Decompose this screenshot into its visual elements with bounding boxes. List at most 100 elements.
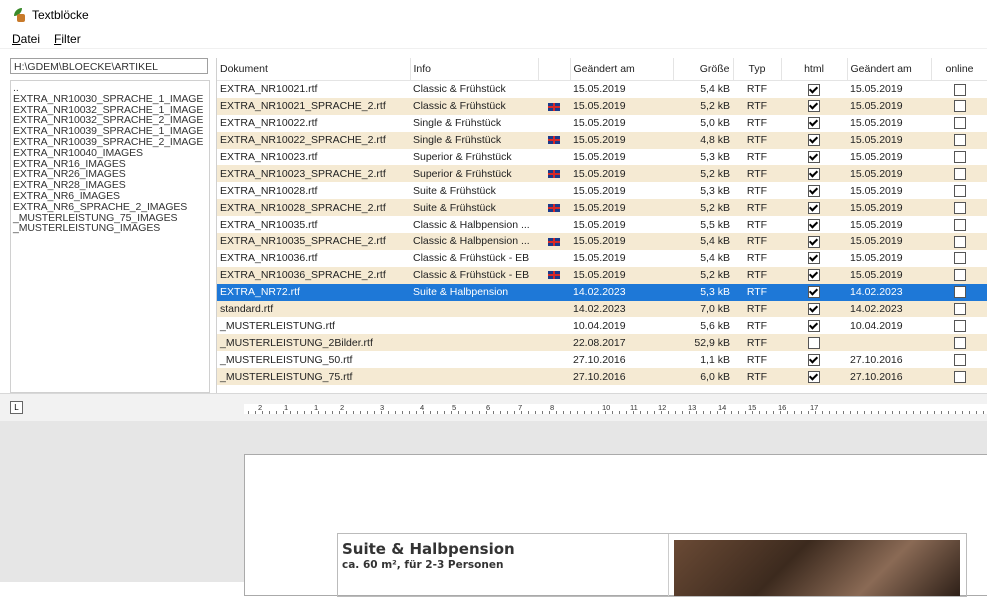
info-cell xyxy=(410,334,538,352)
online-checkbox[interactable] xyxy=(953,83,966,96)
html-checkbox[interactable] xyxy=(808,83,820,96)
online-checkbox[interactable] xyxy=(953,370,966,383)
ruler-tick xyxy=(647,411,648,414)
online-checkbox[interactable] xyxy=(953,134,966,147)
table-row[interactable]: EXTRA_NR10035.rtf Classic & Halbpension .… xyxy=(217,216,987,233)
folder-item[interactable]: EXTRA_NR6_SPRACHE_2_IMAGES xyxy=(13,201,209,213)
table-row[interactable]: _MUSTERLEISTUNG_2Bilder.rtf 22.08.2017 52,… xyxy=(217,334,987,352)
table-row[interactable]: EXTRA_NR10035_SPRACHE_2.rtf Classic & Hal… xyxy=(217,233,987,250)
table-row[interactable]: EXTRA_NR10023.rtf Superior & Frühstück 15.… xyxy=(217,149,987,166)
html-checkbox[interactable] xyxy=(808,168,820,180)
online-checkbox[interactable] xyxy=(953,286,966,299)
table-row[interactable]: EXTRA_NR10028.rtf Suite & Frühstück 15.05.… xyxy=(217,182,987,199)
table-row[interactable]: EXTRA_NR10021.rtf Classic & Frühstück 15.0… xyxy=(217,81,987,98)
online-checkbox[interactable] xyxy=(953,117,966,130)
html-checkbox[interactable] xyxy=(808,235,820,248)
table-row[interactable]: _MUSTERLEISTUNG.rtf 10.04.2019 5,6 kB RTF 10… xyxy=(217,317,987,334)
document-cell: EXTRA_NR10035_SPRACHE_2.rtf xyxy=(217,233,410,250)
online-checkbox[interactable] xyxy=(953,184,966,197)
ruler-tick xyxy=(668,411,669,414)
ruler-tick xyxy=(710,411,711,414)
ruler-tick xyxy=(619,411,620,414)
folder-item[interactable]: EXTRA_NR10030_SPRACHE_1_IMAGE xyxy=(13,93,209,105)
info-cell: Classic & Halbpension ... xyxy=(410,233,538,250)
table-row[interactable]: _MUSTERLEISTUNG_50.rtf 27.10.2016 1,1 kB RT… xyxy=(217,351,987,368)
html-checkbox[interactable] xyxy=(808,370,820,383)
ruler-tick xyxy=(801,411,802,414)
ruler-tick xyxy=(654,411,655,414)
table-row[interactable]: EXTRA_NR72.rtf Suite & Halbpension 14.02.2… xyxy=(217,283,987,301)
html-checkbox[interactable] xyxy=(808,201,820,214)
online-checkbox[interactable] xyxy=(953,168,966,180)
html-checkbox[interactable] xyxy=(808,252,820,265)
folder-item[interactable]: _MUSTERLEISTUNG_IMAGES xyxy=(13,223,209,234)
col-online-header[interactable]: online xyxy=(931,58,987,81)
online-checkbox[interactable] xyxy=(953,201,966,214)
col-groesse-header[interactable]: Größe xyxy=(673,58,734,81)
rtf-editor[interactable]: Suite & Halbpension ca. 60 m², für 2-3 P… xyxy=(0,421,987,597)
col-geaendert-header[interactable]: Geändert am xyxy=(570,58,674,81)
col-geaendert-2-header[interactable]: Geändert am xyxy=(847,58,932,81)
html-checkbox[interactable] xyxy=(808,336,820,349)
html-checkbox[interactable] xyxy=(808,184,820,197)
size-cell: 5,0 kB xyxy=(700,117,730,130)
col-typ-header[interactable]: Typ xyxy=(733,58,782,81)
html-checkbox[interactable] xyxy=(808,134,820,147)
document-grid[interactable]: Dokument Info Geändert am Größe Typ html Geänd… xyxy=(216,58,987,393)
ruler-tick xyxy=(437,411,438,414)
col-dokument-header[interactable]: Dokument xyxy=(217,58,411,81)
table-row[interactable]: EXTRA_NR10028_SPRACHE_2.rtf Suite & Frühs… xyxy=(217,199,987,217)
table-row[interactable]: EXTRA_NR10022.rtf Single & Frühstück 15.05… xyxy=(217,115,987,132)
online-checkbox[interactable] xyxy=(953,269,966,282)
document-cell: EXTRA_NR10022_SPRACHE_2.rtf xyxy=(217,131,410,149)
online-checkbox[interactable] xyxy=(953,252,966,265)
table-row[interactable]: standard.rtf 14.02.2023 7,0 kB RTF 14.02.202… xyxy=(217,300,987,318)
folder-item[interactable]: EXTRA_NR10040_IMAGES xyxy=(13,147,209,159)
folder-list[interactable]: .. EXTRA_NR10030_SPRACHE_1_IMAGE EXTRA_NR1… xyxy=(10,80,210,393)
table-row[interactable]: EXTRA_NR10036.rtf Classic & Frühstück - E… xyxy=(217,250,987,267)
ruler-tick xyxy=(857,411,858,414)
html-checkbox[interactable] xyxy=(808,286,820,299)
col-html-header[interactable]: html xyxy=(781,58,848,81)
html-checkbox[interactable] xyxy=(808,218,820,231)
path-field[interactable]: H:\GDEM\BLOECKE\ARTIKEL xyxy=(10,58,208,74)
flag-cell xyxy=(538,233,570,250)
size-cell: 5,4 kB xyxy=(673,233,733,250)
flag-cell xyxy=(538,317,570,334)
html-modified-cell: 15.05.2019 xyxy=(850,117,903,130)
table-row[interactable]: EXTRA_NR10036_SPRACHE_2.rtf Classic & Frü… xyxy=(217,266,987,284)
editor-page[interactable]: Suite & Halbpension ca. 60 m², für 2-3 P… xyxy=(244,454,987,597)
table-row[interactable]: EXTRA_NR10022_SPRACHE_2.rtf Single & Früh… xyxy=(217,131,987,149)
html-checkbox[interactable] xyxy=(808,151,820,164)
online-checkbox[interactable] xyxy=(953,218,966,231)
col-info-header[interactable]: Info xyxy=(410,58,539,81)
online-checkbox[interactable] xyxy=(953,336,966,349)
type-cell: RTF xyxy=(733,199,781,217)
online-checkbox[interactable] xyxy=(953,151,966,164)
ruler-number: 10 xyxy=(602,403,611,412)
online-checkbox[interactable] xyxy=(953,100,966,113)
html-checkbox[interactable] xyxy=(808,100,820,113)
col-flag-header[interactable] xyxy=(538,58,571,81)
info-cell: Superior & Frühstück xyxy=(413,151,512,163)
online-checkbox[interactable] xyxy=(953,353,966,366)
menu-filter[interactable]: Filter xyxy=(54,32,81,46)
html-checkbox[interactable] xyxy=(808,303,820,316)
table-row[interactable]: _MUSTERLEISTUNG_75.rtf 27.10.2016 6,0 kB RT… xyxy=(217,368,987,386)
size-cell: 5,2 kB xyxy=(673,266,733,284)
html-checkbox[interactable] xyxy=(808,269,820,282)
table-row[interactable]: EXTRA_NR10021_SPRACHE_2.rtf Classic & Frü… xyxy=(217,97,987,115)
menu-datei[interactable]: Datei xyxy=(12,32,40,46)
online-checkbox[interactable] xyxy=(953,303,966,316)
online-checkbox[interactable] xyxy=(953,320,966,333)
online-checkbox[interactable] xyxy=(953,235,966,248)
table-row[interactable]: EXTRA_NR10023_SPRACHE_2.rtf Superior & Fr… xyxy=(217,165,987,183)
ruler[interactable]: 2 1 1 2 3 4 5 6 7 8 10 11 12 13 14 15 16 17 xyxy=(244,403,987,414)
tab-stop-selector[interactable]: L xyxy=(10,401,23,414)
html-checkbox[interactable] xyxy=(808,117,820,130)
html-checkbox[interactable] xyxy=(808,353,820,366)
ruler-tick xyxy=(472,411,473,414)
html-checkbox[interactable] xyxy=(808,320,820,333)
ruler-tick xyxy=(682,411,683,414)
menu-label-rest: atei xyxy=(20,32,41,46)
